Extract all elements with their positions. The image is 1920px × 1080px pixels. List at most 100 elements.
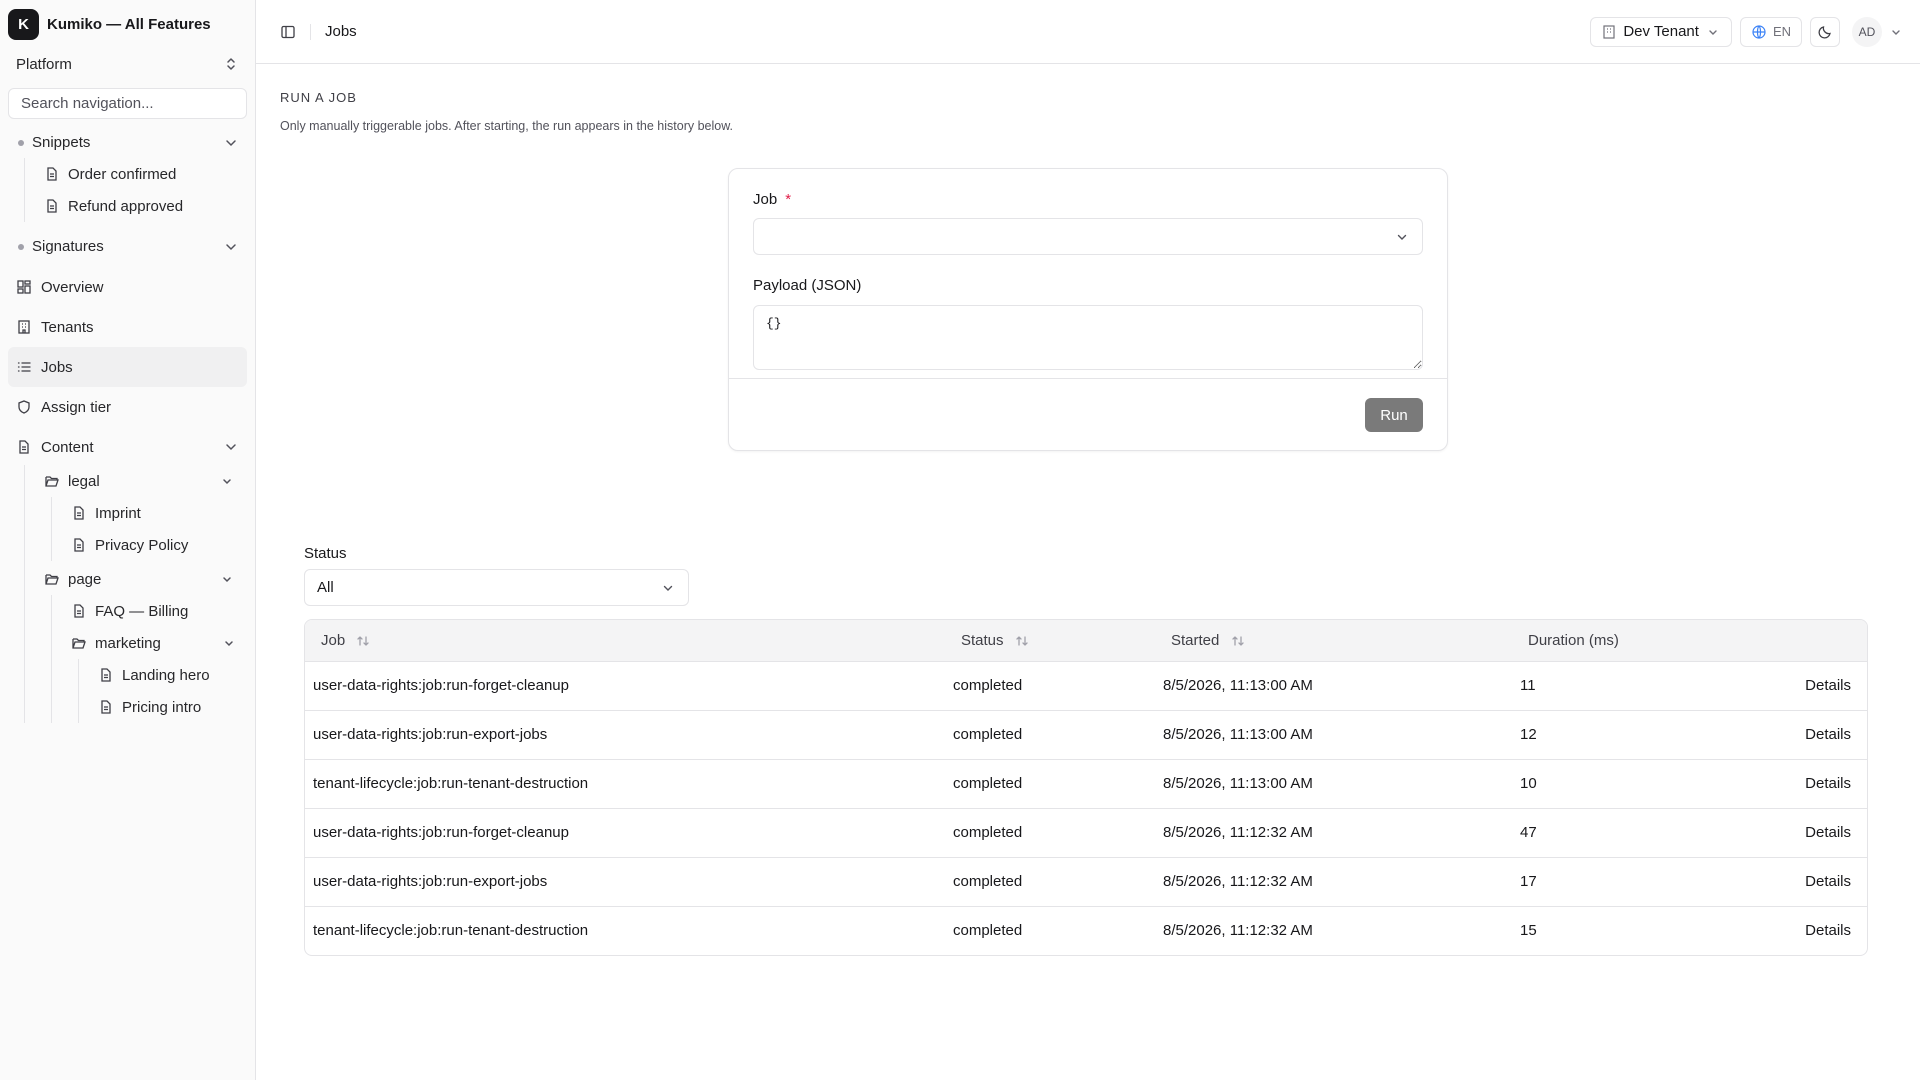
sort-icon xyxy=(1014,633,1030,649)
language-switcher[interactable]: EN xyxy=(1739,16,1802,47)
document-icon xyxy=(98,699,114,715)
sidebar-item-overview[interactable]: Overview xyxy=(8,267,247,307)
column-header-status[interactable]: Status xyxy=(953,620,1163,661)
shield-icon xyxy=(16,399,32,415)
document-icon xyxy=(44,198,60,214)
cell-started: 8/5/2026, 11:13:00 AM xyxy=(1163,758,1520,808)
run-button[interactable]: Run xyxy=(1365,398,1423,432)
sidebar-item-refund-approved[interactable]: Refund approved xyxy=(33,190,247,222)
sidebar-item-pricing-intro[interactable]: Pricing intro xyxy=(87,691,247,723)
status-filter-select[interactable]: All xyxy=(304,569,689,606)
sidebar-item-content[interactable]: Content xyxy=(8,427,247,467)
folder-marketing[interactable]: marketing xyxy=(60,627,247,659)
tenant-switcher[interactable]: Dev Tenant xyxy=(1590,16,1732,47)
job-field-label: Job * xyxy=(753,191,1423,208)
brand-logo: K xyxy=(8,8,39,40)
details-link[interactable]: Details xyxy=(1733,856,1867,906)
details-link[interactable]: Details xyxy=(1733,758,1867,808)
folder-label: marketing xyxy=(95,634,161,652)
job-label: Job xyxy=(753,191,778,208)
sidebar-item-landing-hero[interactable]: Landing hero xyxy=(87,659,247,691)
table-header-row: Job Status Started Duration (ms) xyxy=(305,620,1867,661)
document-icon xyxy=(71,505,87,521)
search-navigation-input[interactable] xyxy=(8,88,247,119)
jobs-table: Job Status Started Duration (ms) user-da… xyxy=(304,619,1868,956)
chevron-down-icon xyxy=(219,473,235,489)
folder-open-icon xyxy=(71,635,87,651)
sidebar-item-imprint[interactable]: Imprint xyxy=(60,497,247,529)
document-icon xyxy=(71,603,87,619)
table-row: user-data-rights:job:run-export-jobs com… xyxy=(305,709,1867,759)
column-header-started[interactable]: Started xyxy=(1163,620,1520,661)
cell-duration: 10 xyxy=(1520,758,1734,808)
chevron-down-icon xyxy=(1705,24,1721,40)
folder-open-icon xyxy=(44,571,60,587)
sidebar-item-tenants[interactable]: Tenants xyxy=(8,307,247,347)
cell-status: completed xyxy=(953,856,1163,906)
cell-started: 8/5/2026, 11:12:32 AM xyxy=(1163,856,1520,906)
bullet-icon xyxy=(18,243,24,250)
user-menu[interactable]: AD xyxy=(1852,16,1904,47)
section-title: RUN A JOB xyxy=(280,90,357,105)
column-header-job[interactable]: Job xyxy=(305,620,953,661)
nav-group-label: Signatures xyxy=(32,238,104,255)
sidebar-item-privacy-policy[interactable]: Privacy Policy xyxy=(60,529,247,561)
cell-job: user-data-rights:job:run-forget-cleanup xyxy=(305,660,953,710)
column-header-label: Started xyxy=(1171,631,1220,649)
cell-started: 8/5/2026, 11:13:00 AM xyxy=(1163,660,1520,710)
sidebar-item-label: Jobs xyxy=(41,358,73,376)
cell-job: user-data-rights:job:run-forget-cleanup xyxy=(305,807,953,857)
run-job-card: Job * Payload (JSON) {} Run xyxy=(728,168,1448,451)
details-link[interactable]: Details xyxy=(1733,807,1867,857)
status-filter-value: All xyxy=(317,579,334,596)
nav-group-snippets[interactable]: Snippets xyxy=(8,127,247,158)
cell-job: tenant-lifecycle:job:run-tenant-destruct… xyxy=(305,905,953,955)
table-row: tenant-lifecycle:job:run-tenant-destruct… xyxy=(305,905,1867,955)
sidebar-toggle-button[interactable] xyxy=(274,18,302,46)
chevron-down-icon xyxy=(223,239,239,255)
cell-job: user-data-rights:job:run-export-jobs xyxy=(305,856,953,906)
sidebar-item-label: Imprint xyxy=(95,504,141,522)
cell-started: 8/5/2026, 11:12:32 AM xyxy=(1163,905,1520,955)
breadcrumb: Jobs xyxy=(325,23,357,40)
table-row: user-data-rights:job:run-export-jobs com… xyxy=(305,856,1867,906)
folder-legal[interactable]: legal xyxy=(33,465,247,497)
details-link[interactable]: Details xyxy=(1733,709,1867,759)
details-link[interactable]: Details xyxy=(1733,905,1867,955)
moon-icon xyxy=(1817,24,1833,40)
folder-open-icon xyxy=(44,473,60,489)
payload-textarea[interactable]: {} xyxy=(753,305,1423,370)
language-label: EN xyxy=(1772,24,1791,39)
tenant-label: Dev Tenant xyxy=(1623,23,1699,40)
theme-toggle-button[interactable] xyxy=(1810,16,1840,47)
brand-name: Kumiko — All Features xyxy=(47,15,211,33)
brand[interactable]: K Kumiko — All Features xyxy=(8,8,247,40)
nav-group-label: Snippets xyxy=(32,134,91,151)
sidebar-item-order-confirmed[interactable]: Order confirmed xyxy=(33,158,247,190)
details-link[interactable]: Details xyxy=(1733,660,1867,710)
chevron-down-icon xyxy=(1888,24,1904,40)
platform-switcher[interactable]: Platform xyxy=(8,47,247,81)
chevron-down-icon xyxy=(223,439,239,455)
cell-duration: 17 xyxy=(1520,856,1734,906)
table-row: tenant-lifecycle:job:run-tenant-destruct… xyxy=(305,758,1867,808)
cell-duration: 47 xyxy=(1520,807,1734,857)
column-header-actions xyxy=(1733,620,1867,661)
sidebar-item-faq-billing[interactable]: FAQ — Billing xyxy=(60,595,247,627)
sidebar-item-assign-tier[interactable]: Assign tier xyxy=(8,387,247,427)
sidebar-item-label: Assign tier xyxy=(41,398,112,416)
nav-group-signatures[interactable]: Signatures xyxy=(8,231,247,262)
chevron-down-icon xyxy=(219,571,235,587)
folder-label: legal xyxy=(68,472,100,490)
cell-job: user-data-rights:job:run-export-jobs xyxy=(305,709,953,759)
table-row: user-data-rights:job:run-forget-cleanup … xyxy=(305,660,1867,710)
payload-label: Payload (JSON) xyxy=(753,277,862,294)
cell-started: 8/5/2026, 11:13:00 AM xyxy=(1163,709,1520,759)
job-select[interactable] xyxy=(753,218,1423,255)
cell-started: 8/5/2026, 11:12:32 AM xyxy=(1163,807,1520,857)
folder-page[interactable]: page xyxy=(33,563,247,595)
sidebar-item-label: Landing hero xyxy=(122,666,210,684)
sidebar-item-label: Tenants xyxy=(41,318,94,336)
sidebar-item-jobs[interactable]: Jobs xyxy=(8,347,247,387)
sidebar-item-label: Overview xyxy=(41,278,104,296)
